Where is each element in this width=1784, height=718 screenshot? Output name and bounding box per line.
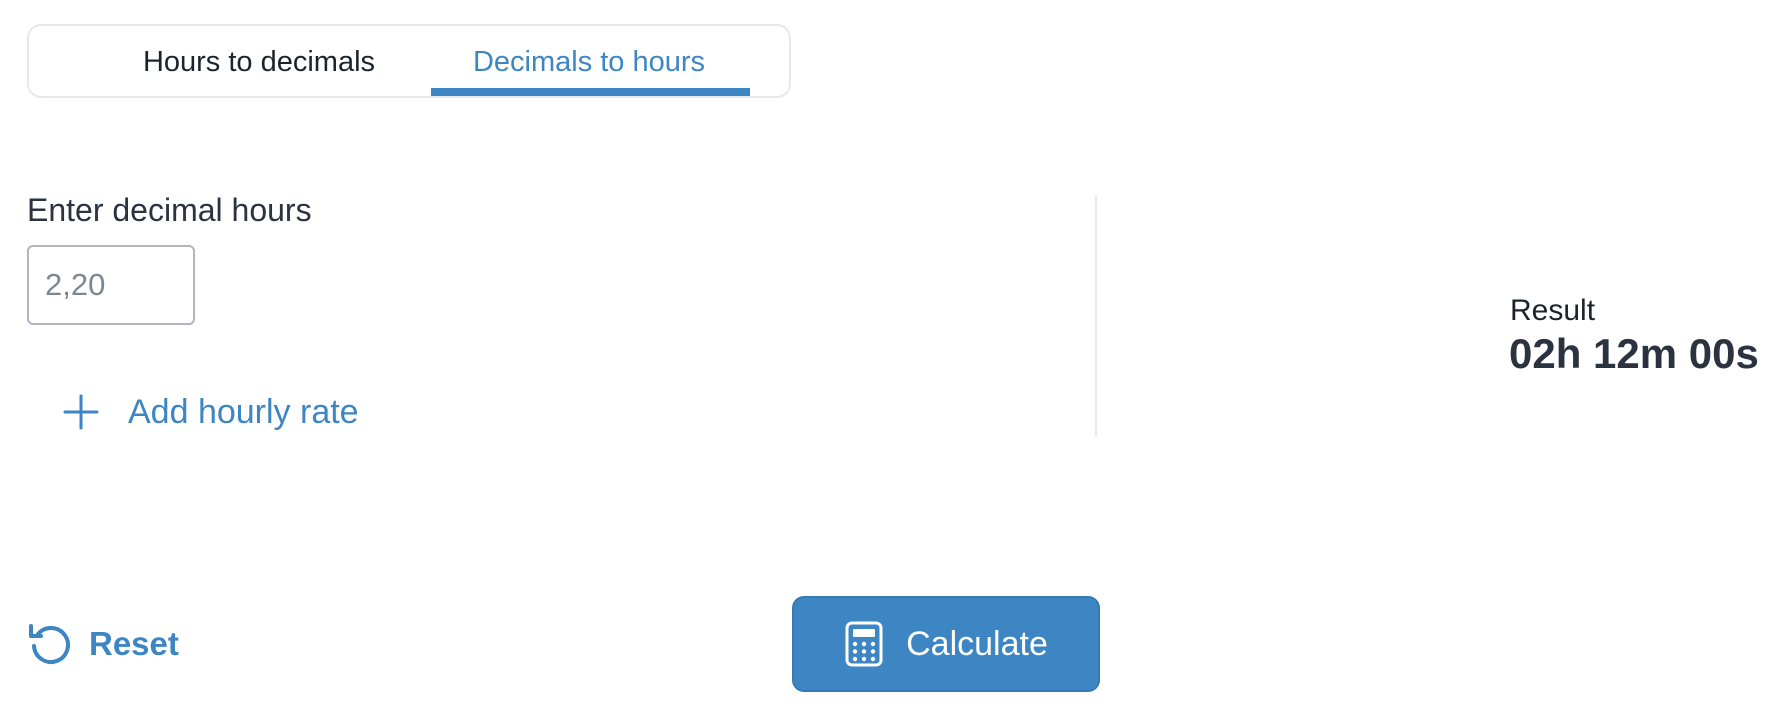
reset-label: Reset — [89, 625, 179, 662]
calculate-button[interactable]: Calculate — [792, 596, 1100, 692]
mode-tabs: Hours to decimals Decimals to hours — [27, 24, 791, 98]
reset-button[interactable]: Reset — [27, 620, 179, 668]
tab-decimals-to-hours-label: Decimals to hours — [472, 45, 706, 78]
add-hourly-rate-label: Add hourly rate — [128, 392, 359, 431]
decimal-hours-label: Enter decimal hours — [27, 192, 312, 228]
tab-hours-to-decimals-label: Hours to decimals — [142, 45, 376, 78]
result-value: 02h 12m 00s — [1509, 330, 1759, 377]
calculate-label: Calculate — [906, 624, 1048, 663]
tab-hours-to-decimals[interactable]: Hours to decimals — [89, 26, 429, 98]
result-label: Result — [1510, 294, 1596, 327]
add-hourly-rate-button[interactable]: Add hourly rate — [62, 385, 359, 439]
decimal-hours-calculator: Hours to decimals Decimals to hours Ente… — [0, 0, 1784, 718]
active-tab-indicator — [431, 88, 750, 96]
reset-icon — [29, 624, 70, 664]
section-divider — [1095, 196, 1097, 436]
calculator-icon — [845, 621, 883, 667]
decimal-hours-input[interactable] — [27, 245, 195, 325]
plus-icon — [63, 394, 99, 430]
